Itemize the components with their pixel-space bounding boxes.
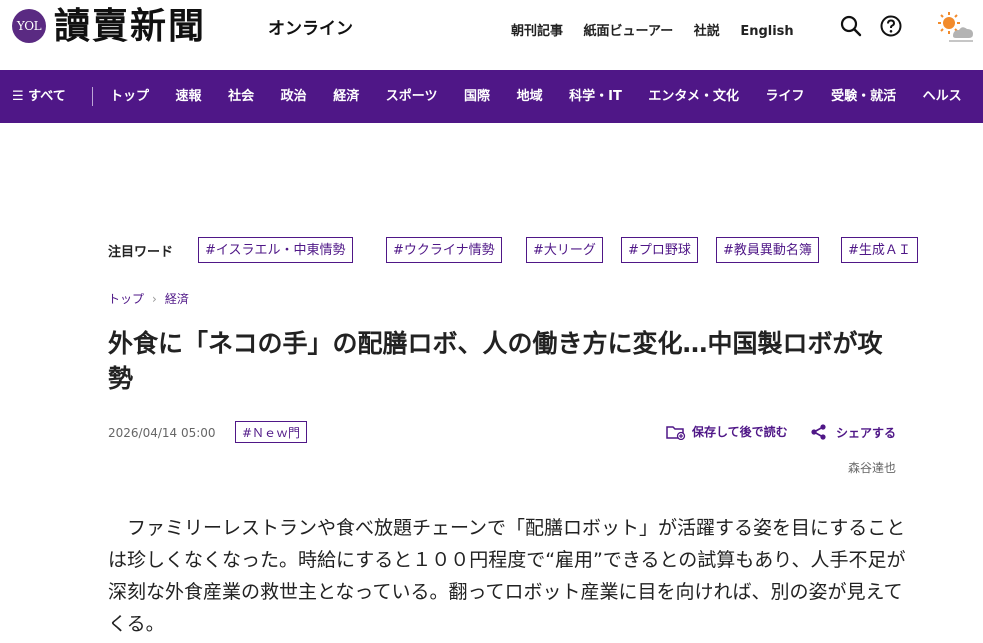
breadcrumb-economy[interactable]: 経済 [165, 292, 189, 306]
nav-item-exam-jobs[interactable]: 受験・就活 [831, 89, 896, 104]
article-body: ファミリーレストランや食べ放題チェーンで「配膳ロボット」が活躍する姿を目にするこ… [108, 517, 906, 635]
chevron-right-icon: › [152, 292, 157, 306]
nav-item-politics[interactable]: 政治 [281, 89, 307, 104]
header-links: 朝刊記事 紙面ビューアー 社説 English [511, 20, 810, 39]
save-for-later-button[interactable]: 保存して後で読む [666, 423, 788, 440]
article-title: 外食に「ネコの手」の配膳ロボ、人の働き方に変化…中国製ロボが攻勢 [108, 329, 883, 393]
trending-tag[interactable]: #ウクライナ情勢 [386, 237, 502, 263]
trending-tag[interactable]: #プロ野球 [621, 237, 698, 263]
site-logo[interactable]: 讀賣新聞 [54, 2, 206, 50]
nav-items: トップ 速報 社会 政治 経済 スポーツ 国際 地域 科学・IT エンタメ・文化… [110, 70, 983, 123]
save-label: 保存して後で読む [692, 425, 788, 439]
trending-tag[interactable]: #教員異動名簿 [716, 237, 819, 263]
nav-item-health[interactable]: ヘルス [923, 89, 962, 104]
site-header: YOL 讀賣新聞 オンライン 朝刊記事 紙面ビューアー 社説 English [0, 0, 983, 70]
yol-logo[interactable]: YOL [12, 9, 46, 43]
nav-all-menu[interactable]: ☰ すべて [12, 70, 66, 123]
header-link-viewer[interactable]: 紙面ビューアー [584, 24, 674, 39]
header-link-morning[interactable]: 朝刊記事 [511, 24, 563, 39]
article-tag[interactable]: #Ｎｅｗ門 [235, 421, 308, 443]
nav-item-local[interactable]: 地域 [517, 89, 543, 104]
breadcrumb: トップ › 経済 [108, 290, 189, 307]
nav-item-life[interactable]: ライフ [766, 89, 805, 104]
nav-item-sports[interactable]: スポーツ [386, 89, 438, 104]
trending-label: 注目ワード [108, 245, 174, 260]
help-icon[interactable] [880, 15, 902, 37]
trending-tag[interactable]: #イスラエル・中東情勢 [198, 237, 353, 263]
trending-tag[interactable]: #生成ＡＩ [841, 237, 918, 263]
weather-icon[interactable] [935, 10, 975, 42]
breadcrumb-top[interactable]: トップ [108, 292, 144, 306]
header-link-english[interactable]: English [740, 24, 793, 39]
nav-item-world[interactable]: 国際 [464, 89, 490, 104]
article-author: 森谷達也 [848, 461, 897, 475]
nav-item-society[interactable]: 社会 [228, 89, 254, 104]
main-nav: ☰ すべて トップ 速報 社会 政治 経済 スポーツ 国際 地域 科学・IT エ… [0, 70, 983, 123]
share-icon [811, 424, 826, 440]
share-label: シェアする [836, 425, 897, 440]
search-icon[interactable] [840, 15, 862, 37]
nav-item-science-it[interactable]: 科学・IT [569, 89, 622, 104]
nav-item-top[interactable]: トップ [110, 89, 149, 104]
site-logo-subtitle: オンライン [268, 19, 353, 39]
trending-tag[interactable]: #大リーグ [526, 237, 603, 263]
folder-plus-icon [666, 425, 686, 440]
nav-separator [92, 87, 93, 106]
nav-item-economy[interactable]: 経済 [333, 89, 359, 104]
share-button[interactable]: シェアする [810, 423, 896, 441]
header-link-editorial[interactable]: 社説 [694, 24, 720, 39]
nav-item-breaking[interactable]: 速報 [176, 89, 202, 104]
nav-item-entertainment[interactable]: エンタメ・文化 [648, 89, 739, 104]
article-date: 2026/04/14 05:00 [108, 426, 216, 440]
